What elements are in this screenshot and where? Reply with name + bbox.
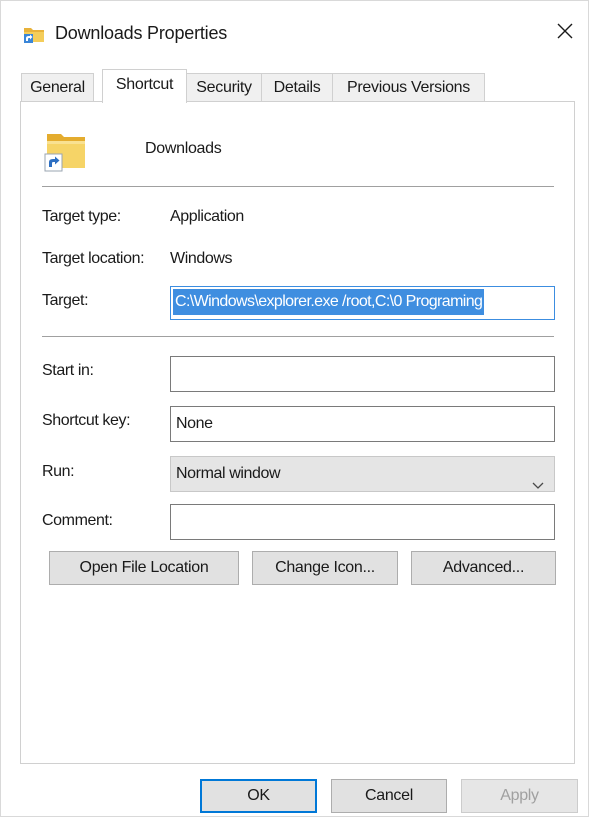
target-input[interactable]: C:\Windows\explorer.exe /root,C:\0 Progr… (170, 286, 555, 320)
run-label: Run: (42, 463, 75, 480)
change-icon-button[interactable]: Change Icon... (252, 551, 398, 585)
shortcut-tab-panel: Downloads Target type: Application Targe… (20, 101, 575, 764)
target-input-value: C:\Windows\explorer.exe /root,C:\0 Progr… (173, 289, 485, 315)
folder-shortcut-icon (43, 128, 89, 174)
start-in-input[interactable] (170, 356, 555, 392)
target-type-value: Application (170, 208, 244, 225)
start-in-label: Start in: (42, 362, 94, 379)
run-select-value: Normal window (176, 465, 281, 482)
open-file-location-button[interactable]: Open File Location (49, 551, 239, 585)
comment-input[interactable] (170, 504, 555, 540)
separator (42, 186, 554, 187)
tab-details[interactable]: Details (261, 73, 333, 101)
target-location-value: Windows (170, 250, 233, 267)
run-select[interactable]: Normal window (170, 456, 555, 492)
chevron-down-icon (532, 469, 544, 489)
folder-shortcut-icon (23, 25, 45, 43)
tab-shortcut[interactable]: Shortcut (102, 69, 187, 103)
tab-security[interactable]: Security (186, 73, 262, 101)
tab-previous-versions[interactable]: Previous Versions (332, 73, 485, 101)
shortcut-name: Downloads (145, 140, 222, 157)
close-button[interactable] (549, 17, 581, 49)
cancel-button[interactable]: Cancel (331, 779, 447, 813)
shortcut-key-label: Shortcut key: (42, 412, 131, 429)
shortcut-key-input[interactable]: None (170, 406, 555, 442)
comment-label: Comment: (42, 512, 113, 529)
tab-general[interactable]: General (21, 73, 94, 101)
target-location-label: Target location: (42, 250, 145, 267)
advanced-button[interactable]: Advanced... (411, 551, 556, 585)
close-icon (557, 23, 573, 44)
separator (42, 336, 554, 337)
target-type-label: Target type: (42, 208, 121, 225)
window-title: Downloads Properties (55, 23, 228, 43)
properties-dialog: Downloads Properties General Shortcut Se… (0, 0, 589, 817)
ok-button[interactable]: OK (200, 779, 317, 813)
target-label: Target: (42, 292, 89, 309)
title-bar[interactable]: Downloads Properties (1, 1, 588, 63)
apply-button[interactable]: Apply (461, 779, 578, 813)
